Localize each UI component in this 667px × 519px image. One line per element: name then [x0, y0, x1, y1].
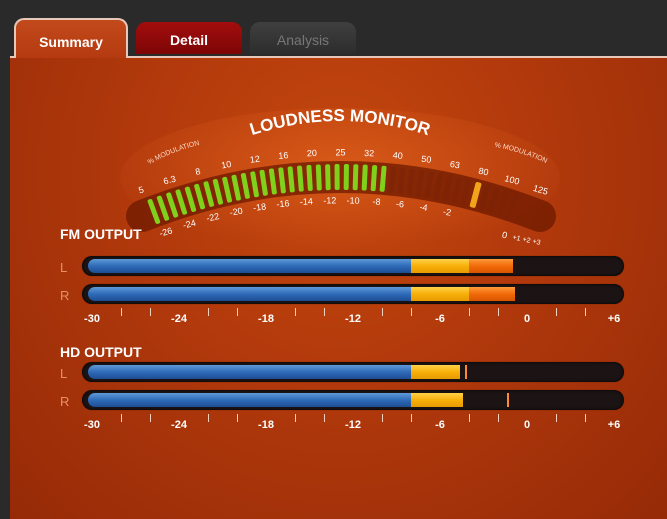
fm-left-orange-fill: [469, 259, 513, 273]
gauge-modulation-label: 16: [278, 150, 289, 161]
scale-label: -6: [435, 313, 445, 325]
tab-bar: Summary Detail Analysis: [10, 18, 667, 58]
scale-tick: [121, 308, 122, 316]
scale-tick: [498, 308, 499, 316]
gauge-segment: [334, 163, 340, 191]
scale-tick: [411, 414, 412, 422]
scale-label: -24: [171, 313, 187, 325]
scale-label: -24: [171, 419, 187, 431]
scale-tick: [556, 308, 557, 316]
scale-tick: [150, 414, 151, 422]
scale-tick: [556, 414, 557, 422]
gauge-db-label: +3: [532, 238, 542, 247]
gauge-modulation-label: 40: [392, 150, 403, 161]
gauge-modulation-label: 50: [421, 154, 432, 165]
scale-tick: [411, 308, 412, 316]
hd-left-label: L: [60, 366, 68, 381]
hd-right-meter: [82, 390, 624, 410]
scale-tick: [585, 308, 586, 316]
gauge-db-label: 0: [501, 230, 508, 241]
scale-label: -30: [84, 419, 100, 431]
gauge-db-label: -4: [419, 202, 428, 213]
scale-tick: [237, 414, 238, 422]
dorrough-logo: dorrough: [308, 247, 357, 248]
scale-tick: [295, 414, 296, 422]
scale-label: -12: [345, 419, 361, 431]
gauge-modulation-label: 63: [449, 159, 461, 171]
scale-tick: [382, 414, 383, 422]
gauge-modulation-label: 25: [335, 147, 345, 157]
hd-left-meter: [82, 362, 624, 382]
scale-tick: [237, 308, 238, 316]
scale-label: +6: [607, 313, 621, 325]
hd-left-peak-marker: [464, 365, 467, 379]
fm-left-meter: [82, 256, 624, 276]
gauge-db-label: -2: [442, 206, 452, 217]
fm-right-label: R: [60, 288, 70, 303]
fm-right-blue-fill: [88, 287, 411, 301]
scale-label: 0: [523, 419, 531, 431]
scale-tick: [295, 308, 296, 316]
summary-panel: LOUDNESS MONITOR % MODULATION % MODULATI…: [10, 56, 667, 519]
gauge-modulation-label: 32: [364, 148, 374, 158]
scale-tick: [469, 308, 470, 316]
gauge-db-label: -8: [372, 196, 381, 206]
gauge-db-label: +1: [512, 234, 522, 243]
fm-left-label: L: [60, 260, 68, 275]
hd-db-scale: -30 -24 -18 -12 -6 0 +6: [82, 414, 624, 432]
gauge-db-label: -14: [300, 196, 314, 207]
loudness-gauge: LOUDNESS MONITOR % MODULATION % MODULATI…: [120, 106, 560, 248]
fm-right-yellow-fill: [411, 287, 469, 301]
fm-left-yellow-fill: [411, 259, 469, 273]
scale-tick: [469, 414, 470, 422]
fm-output-title: FM OUTPUT: [60, 226, 142, 242]
gauge-db-label: -26: [158, 225, 173, 238]
tab-detail[interactable]: Detail: [136, 22, 242, 54]
hd-output-title: HD OUTPUT: [60, 344, 142, 360]
scale-label: -30: [84, 313, 100, 325]
hd-left-blue-fill: [88, 365, 411, 379]
gauge-db-label: -16: [276, 198, 290, 209]
fm-left-blue-fill: [88, 259, 411, 273]
hd-right-blue-fill: [88, 393, 411, 407]
tab-analysis[interactable]: Analysis: [250, 22, 356, 54]
gauge-db-label: +2: [522, 236, 532, 245]
scale-label: +6: [607, 419, 621, 431]
fm-right-orange-fill: [469, 287, 516, 301]
scale-tick: [150, 308, 151, 316]
scale-label: -18: [258, 313, 274, 325]
hd-right-label: R: [60, 394, 70, 409]
scale-label: -18: [258, 419, 274, 431]
scale-label: 0: [523, 313, 531, 325]
gauge-segment: [325, 164, 331, 191]
gauge-segment: [352, 164, 359, 191]
gauge-modulation-label: 10: [221, 159, 233, 171]
scale-label: -6: [435, 419, 445, 431]
scale-tick: [208, 308, 209, 316]
scale-tick: [208, 414, 209, 422]
scale-tick: [121, 414, 122, 422]
gauge-modulation-label: 20: [307, 148, 317, 158]
hd-left-yellow-fill: [411, 365, 461, 379]
fm-db-scale: -30 -24 -18 -12 -6 0 +6: [82, 308, 624, 326]
gauge-modulation-label: 80: [478, 166, 490, 178]
gauge-segment: [343, 163, 349, 191]
scale-tick: [498, 414, 499, 422]
gauge-db-label: -10: [347, 195, 360, 205]
fm-right-meter: [82, 284, 624, 304]
scale-tick: [324, 414, 325, 422]
tab-summary[interactable]: Summary: [14, 18, 128, 58]
scale-tick: [585, 414, 586, 422]
gauge-db-label: -18: [253, 201, 267, 213]
hd-right-yellow-fill: [411, 393, 464, 407]
scale-tick: [382, 308, 383, 316]
scale-tick: [324, 308, 325, 316]
hd-right-peak-marker: [506, 393, 509, 407]
gauge-modulation-label: 12: [249, 154, 260, 165]
gauge-db-label: -6: [396, 199, 405, 210]
gauge-db-label: -12: [323, 195, 336, 205]
scale-label: -12: [345, 313, 361, 325]
